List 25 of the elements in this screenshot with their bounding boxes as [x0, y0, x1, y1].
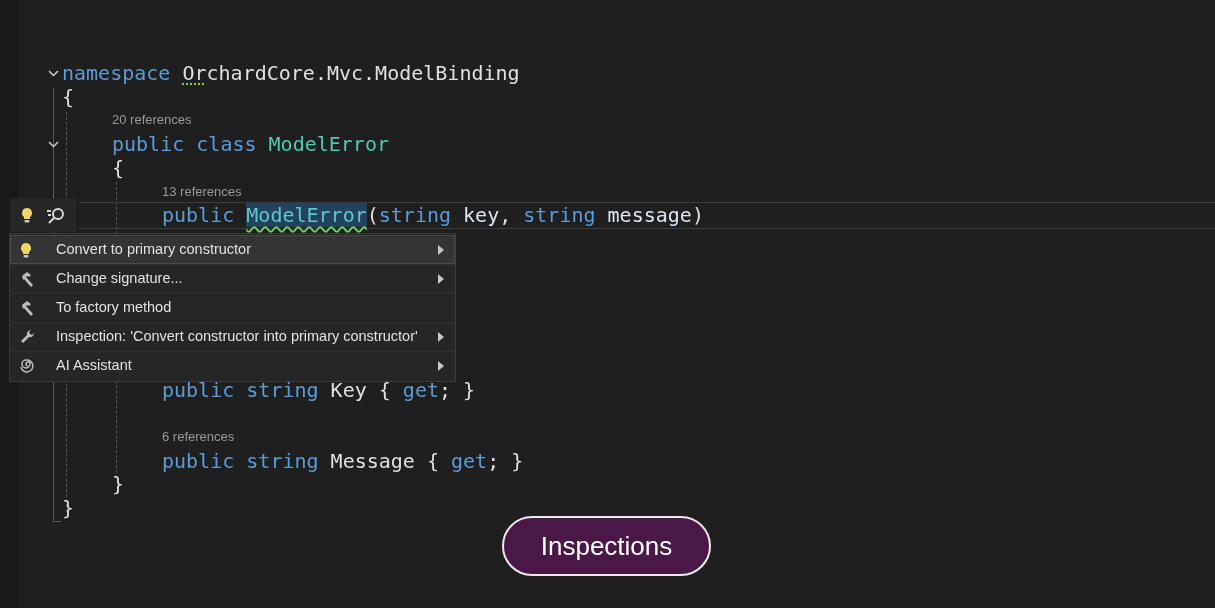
code-line: { [112, 155, 125, 182]
hammer-icon [20, 299, 36, 316]
code-line: } [62, 495, 75, 523]
collapse-chevron-icon[interactable] [48, 70, 59, 77]
menu-item[interactable]: Convert to primary constructor [10, 235, 455, 264]
code-line: namespace OrchardCore.Mvc.ModelBinding [62, 59, 520, 87]
wrench-icon [20, 328, 36, 345]
code-line: { [62, 84, 75, 111]
code-line: public ModelError(string key, string message) [162, 201, 704, 229]
code-line: public string Message { get; } [162, 447, 524, 475]
menu-item[interactable]: Change signature... [10, 264, 455, 293]
code-line: public class ModelError [112, 130, 389, 158]
lightbulb-icon[interactable] [20, 206, 33, 224]
spiral-icon [20, 357, 36, 374]
search-icon[interactable] [45, 206, 66, 224]
menu-item[interactable]: AI Assistant [10, 351, 455, 380]
code-line: } [112, 471, 125, 499]
menu-item[interactable]: To factory method [10, 293, 455, 322]
references-link[interactable]: 6 references [162, 427, 235, 447]
collapse-chevron-icon[interactable] [48, 141, 59, 149]
caption-label: Inspections [502, 516, 711, 576]
references-link[interactable]: 20 references [112, 110, 192, 130]
hammer-icon [20, 270, 36, 287]
references-link[interactable]: 13 references [162, 181, 242, 202]
menu-item[interactable]: Inspection: 'Convert constructor into primary constructor' [10, 322, 455, 351]
